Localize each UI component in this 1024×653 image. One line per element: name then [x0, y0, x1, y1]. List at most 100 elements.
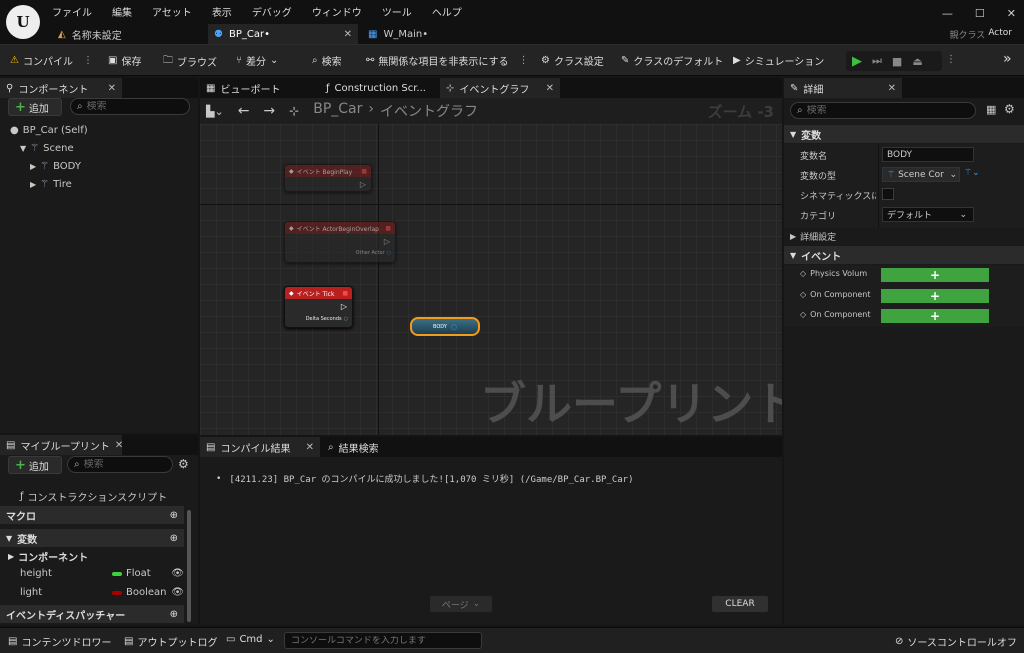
- category-components[interactable]: ▶ コンポーネント: [8, 549, 88, 564]
- section-macros[interactable]: マクロ ⊕: [0, 506, 184, 524]
- page-dropdown[interactable]: ページ ⌄: [430, 596, 492, 612]
- simulation-button[interactable]: ▶ シミュレーション: [733, 53, 824, 68]
- tab-find-results[interactable]: ⌕ 結果検索: [322, 437, 442, 457]
- tab-compile-results[interactable]: ▤ コンパイル結果 ✕: [200, 437, 320, 457]
- doc-tab-untitled[interactable]: ◭ 名称未設定: [52, 24, 202, 44]
- graph-canvas[interactable]: ◆ イベント BeginPlay ■ ▷ ◆ イベント ActorBeginOverl…: [200, 124, 782, 435]
- details-search[interactable]: ⌕: [790, 102, 976, 119]
- menu-item-window[interactable]: ウィンドウ: [312, 4, 362, 19]
- tab-my-blueprint[interactable]: ▤ マイブループリント ✕: [0, 435, 123, 455]
- exec-pin-icon[interactable]: ▷: [360, 180, 366, 189]
- add-event-button[interactable]: +: [881, 289, 989, 303]
- tab-viewport[interactable]: ▦ ビューポート: [200, 78, 318, 98]
- menu-item-edit[interactable]: 編集: [112, 4, 132, 19]
- delegate-pin-icon[interactable]: ■: [361, 168, 367, 175]
- class-settings-button[interactable]: ⚙ クラス設定: [541, 53, 604, 68]
- node-event-actor-begin-overlap[interactable]: ◆ イベント ActorBeginOverlap ■ ▷ Other Actor ○: [284, 221, 396, 263]
- browse-button[interactable]: 🗀 ブラウズ: [163, 53, 217, 70]
- scrollbar[interactable]: [187, 510, 191, 622]
- close-tab-icon[interactable]: ✕: [306, 442, 314, 453]
- add-event-button[interactable]: +: [881, 309, 989, 323]
- clear-button[interactable]: CLEAR: [712, 596, 768, 612]
- step-icon[interactable]: ⏭: [872, 54, 882, 68]
- my-blueprint-search[interactable]: ⌕: [67, 456, 173, 473]
- console-input-box[interactable]: [284, 632, 482, 649]
- my-blueprint-search-input[interactable]: [83, 459, 172, 470]
- menu-item-help[interactable]: ヘルプ: [432, 4, 462, 19]
- eject-icon[interactable]: ⏏: [912, 55, 922, 68]
- object-pin-icon[interactable]: ○: [451, 323, 457, 331]
- section-events[interactable]: ▼ イベント: [784, 246, 1024, 264]
- section-advanced[interactable]: ▶ 詳細設定: [790, 230, 836, 243]
- cmd-dropdown[interactable]: ▭ Cmd ⌄: [226, 634, 275, 645]
- cinematic-checkbox[interactable]: [882, 188, 894, 200]
- menu-item-tools[interactable]: ツール: [382, 4, 412, 19]
- menu-item-debug[interactable]: デバッグ: [252, 4, 292, 19]
- forward-arrow-icon[interactable]: →: [263, 103, 275, 119]
- eye-icon[interactable]: 👁: [171, 587, 184, 598]
- tree-item-scene[interactable]: ▼ ⚚ Scene: [20, 143, 74, 154]
- variable-light[interactable]: light Boolean 👁: [20, 587, 184, 598]
- add-component-button[interactable]: + 追加: [8, 98, 62, 116]
- console-input[interactable]: [291, 635, 481, 646]
- add-member-button[interactable]: + 追加: [8, 456, 62, 474]
- exec-pin-icon[interactable]: ▷: [341, 302, 347, 311]
- category-dropdown[interactable]: デフォルト ⌄: [882, 207, 974, 222]
- construction-script-item[interactable]: ƒ コンストラクションスクリプト: [20, 489, 167, 504]
- gear-icon[interactable]: ⚙: [178, 457, 189, 471]
- hide-unrelated-options-icon[interactable]: ⋮: [519, 55, 529, 66]
- pin-other-actor[interactable]: Other Actor ○: [356, 250, 391, 256]
- components-search-input[interactable]: [86, 101, 189, 112]
- close-tab-icon[interactable]: ✕: [344, 29, 352, 40]
- gear-icon[interactable]: ⚙: [1004, 102, 1015, 116]
- minimize-icon[interactable]: —: [942, 7, 953, 20]
- menu-item-file[interactable]: ファイル: [52, 4, 92, 19]
- tab-event-graph[interactable]: ⊹ イベントグラフ ✕: [440, 78, 560, 98]
- pin-delta-seconds[interactable]: Delta Seconds ○: [306, 316, 348, 322]
- class-defaults-button[interactable]: ✎ クラスのデフォルト: [621, 53, 723, 68]
- diff-button[interactable]: ⑂ 差分 ⌄: [236, 53, 278, 68]
- tab-details[interactable]: ✎ 詳細 ✕: [784, 78, 902, 98]
- node-event-begin-play[interactable]: ◆ イベント BeginPlay ■ ▷: [284, 164, 372, 192]
- section-variables[interactable]: ▼ 変数 ⊕: [0, 529, 184, 547]
- section-variable[interactable]: ▼ 変数: [784, 125, 1024, 143]
- close-icon[interactable]: ✕: [1007, 7, 1016, 20]
- back-arrow-icon[interactable]: ←: [238, 103, 250, 119]
- property-matrix-icon[interactable]: ▦: [986, 103, 996, 116]
- close-tab-icon[interactable]: ✕: [108, 83, 116, 94]
- close-tab-icon[interactable]: ✕: [115, 440, 123, 451]
- maximize-icon[interactable]: ☐: [975, 7, 985, 20]
- section-event-dispatchers[interactable]: イベントディスパッチャー ⊕: [0, 605, 184, 623]
- hide-unrelated-button[interactable]: ⚯ 無関係な項目を非表示にする ⋮: [366, 53, 529, 68]
- node-event-tick[interactable]: ◆ イベント Tick ■ ▷ Delta Seconds ○: [284, 286, 353, 328]
- tree-item-self[interactable]: ● BP_Car (Self): [10, 125, 88, 136]
- save-button[interactable]: ▣ 保存: [108, 53, 141, 68]
- menu-item-asset[interactable]: アセット: [152, 4, 192, 19]
- source-control-button[interactable]: ⊘ ソースコントロールオフ: [895, 634, 1017, 649]
- exec-pin-icon[interactable]: ▷: [384, 237, 390, 246]
- variable-height[interactable]: height Float 👁: [20, 568, 184, 579]
- expand-arrow-icon[interactable]: ▼: [20, 144, 26, 153]
- doc-tab-w-main[interactable]: ▦ W_Main•: [362, 24, 512, 44]
- var-name-field[interactable]: BODY: [882, 147, 974, 162]
- node-get-body[interactable]: BODY ○: [410, 317, 480, 336]
- components-search[interactable]: ⌕: [70, 98, 190, 115]
- eye-icon[interactable]: 👁: [171, 568, 184, 579]
- expand-arrow-icon[interactable]: ▶: [30, 180, 36, 189]
- play-options-icon[interactable]: ⋮: [946, 54, 956, 65]
- tree-item-body[interactable]: ▶ ⚚ BODY: [30, 161, 81, 172]
- content-drawer-button[interactable]: ▤ コンテンツドロワー: [8, 634, 111, 649]
- compile-options-icon[interactable]: ⋮: [83, 55, 93, 66]
- container-type-icon[interactable]: ⚚⌄: [964, 168, 980, 178]
- bookmark-icon[interactable]: ▙⌄: [206, 105, 224, 118]
- output-log-button[interactable]: ▤ アウトプットログ: [124, 634, 217, 649]
- add-dispatcher-icon[interactable]: ⊕: [170, 609, 178, 620]
- add-event-button[interactable]: +: [881, 268, 989, 282]
- tab-components[interactable]: ⚲ コンポーネント ✕: [0, 78, 122, 98]
- delegate-pin-icon[interactable]: ■: [342, 290, 348, 297]
- var-type-field[interactable]: ⚚ Scene Cor ⌄: [882, 167, 960, 182]
- menu-item-view[interactable]: 表示: [212, 4, 232, 19]
- details-search-input[interactable]: [806, 105, 975, 116]
- expand-arrow-icon[interactable]: ▶: [30, 162, 36, 171]
- compile-button[interactable]: ⚠ コンパイル ⋮: [10, 53, 93, 68]
